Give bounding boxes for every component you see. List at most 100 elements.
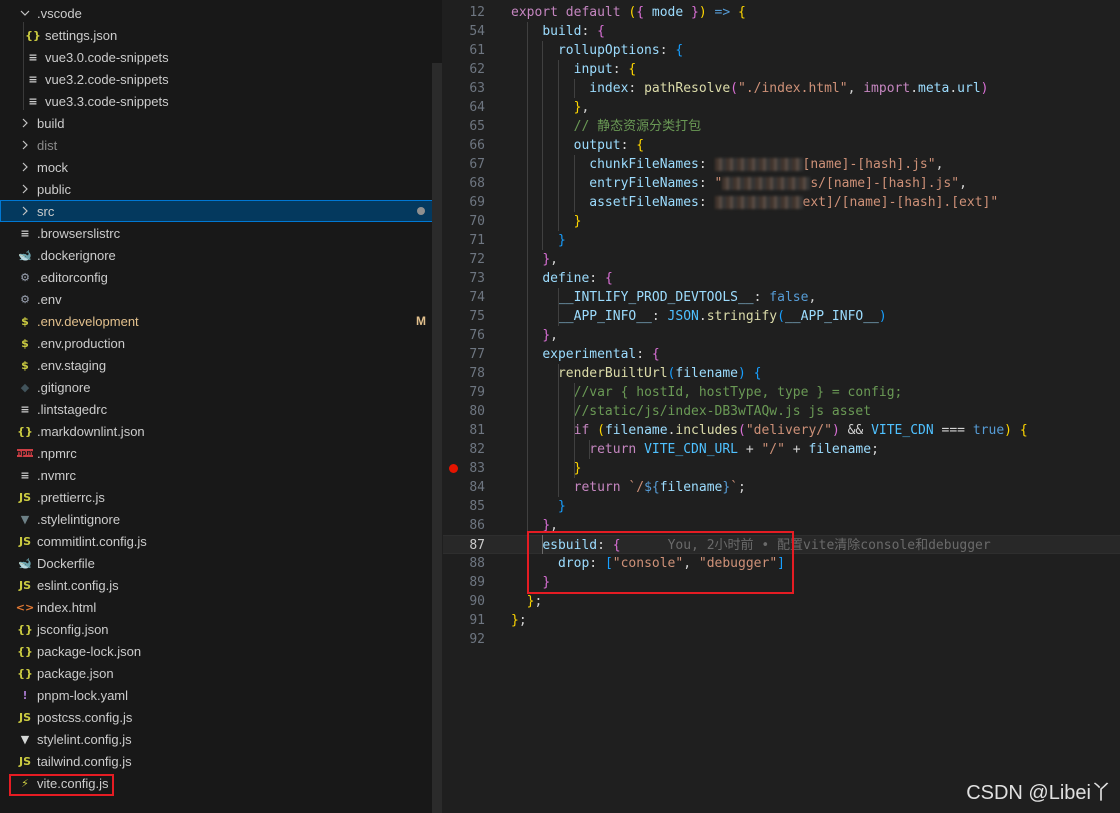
line-number: 69: [469, 195, 485, 210]
lines-icon: ≡: [20, 226, 30, 240]
code-line[interactable]: 85 }: [443, 497, 1120, 516]
code-line[interactable]: 12 export default ({ mode }) => {: [443, 3, 1120, 22]
code-line[interactable]: 63 index: pathResolve("./index.html", im…: [443, 79, 1120, 98]
line-number: 81: [469, 423, 485, 438]
js-icon: JS: [18, 754, 31, 768]
code-text: __INTLIFY_PROD_DEVTOOLS__: false,: [557, 290, 817, 305]
folder-item-build[interactable]: build: [0, 112, 442, 134]
lines-icon: ≡: [20, 402, 30, 416]
file-item-package-lock-json[interactable]: {} package-lock.json: [0, 640, 442, 662]
code-line[interactable]: 73 define: {: [443, 269, 1120, 288]
stylelint-icon: ▼: [20, 732, 30, 746]
folder-item-mock[interactable]: mock: [0, 156, 442, 178]
tree-item-label: dist: [37, 137, 58, 153]
file-item-dot-editorconfig[interactable]: ⚙ .editorconfig: [0, 266, 442, 288]
code-line[interactable]: 82 return VITE_CDN_URL + "/" + filename;: [443, 440, 1120, 459]
code-line[interactable]: 91};: [443, 611, 1120, 630]
code-line[interactable]: 77 experimental: {: [443, 345, 1120, 364]
explorer-scrollbar[interactable]: [432, 63, 442, 813]
code-text: build: {: [542, 24, 605, 39]
code-line[interactable]: 74 __INTLIFY_PROD_DEVTOOLS__: false,: [443, 288, 1120, 307]
code-line[interactable]: 75 __APP_INFO__: JSON.stringify(__APP_IN…: [443, 307, 1120, 326]
file-item-dot-stylelintignore[interactable]: ▼ .stylelintignore: [0, 508, 442, 530]
file-item-dot-prettierrc-js[interactable]: JS .prettierrc.js: [0, 486, 442, 508]
folder-item-dot-vscode[interactable]: .vscode: [0, 2, 442, 24]
file-item-settings-json[interactable]: {} settings.json: [0, 24, 442, 46]
file-item-dot-env[interactable]: ⚙ .env: [0, 288, 442, 310]
code-line[interactable]: 84 return `/${filename}`;: [443, 478, 1120, 497]
file-item-dot-gitignore[interactable]: ◆ .gitignore: [0, 376, 442, 398]
dollar-icon: $: [21, 358, 29, 372]
lines-icon: ≡: [28, 94, 38, 108]
esbuild-highlight-box: [527, 531, 794, 594]
file-item-package-json[interactable]: {} package.json: [0, 662, 442, 684]
code-line[interactable]: 72 },: [443, 250, 1120, 269]
code-line[interactable]: 70 }: [443, 212, 1120, 231]
file-item-vue3-2-code-snippets[interactable]: ≡ vue3.2.code-snippets: [0, 68, 442, 90]
code-line[interactable]: 71 }: [443, 231, 1120, 250]
file-item-jsconfig-json[interactable]: {} jsconfig.json: [0, 618, 442, 640]
folder-item-src[interactable]: src: [0, 200, 442, 222]
file-item-dot-env-production[interactable]: $ .env.production: [0, 332, 442, 354]
code-line[interactable]: 78 renderBuiltUrl(filename) {: [443, 364, 1120, 383]
folder-item-public[interactable]: public: [0, 178, 442, 200]
tree-item-label: jsconfig.json: [37, 621, 109, 637]
tree-item-label: stylelint.config.js: [37, 731, 132, 747]
file-item-commitlint-config-js[interactable]: JS commitlint.config.js: [0, 530, 442, 552]
code-line[interactable]: 64 },: [443, 98, 1120, 117]
file-item-dot-npmrc[interactable]: npm .npmrc: [0, 442, 442, 464]
file-item-dot-env-development[interactable]: $ .env.development M: [0, 310, 442, 332]
tree-item-label: .env.production: [37, 335, 125, 351]
code-line[interactable]: 90 };: [443, 592, 1120, 611]
json-braces-icon: {}: [17, 644, 33, 658]
file-item-pnpm-lock-yaml[interactable]: ! pnpm-lock.yaml: [0, 684, 442, 706]
code-text: }: [557, 499, 566, 514]
code-line[interactable]: 81 if (filename.includes("delivery/") &&…: [443, 421, 1120, 440]
file-item-dot-lintstagedrc[interactable]: ≡ .lintstagedrc: [0, 398, 442, 420]
file-item-vue3-0-code-snippets[interactable]: ≡ vue3.0.code-snippets: [0, 46, 442, 68]
tree-item-label: vue3.0.code-snippets: [45, 49, 169, 65]
yaml-icon: !: [22, 688, 28, 702]
npm-icon: npm: [16, 449, 34, 457]
file-item-dot-dockerignore[interactable]: 🐋 .dockerignore: [0, 244, 442, 266]
file-item-vue3-3-code-snippets[interactable]: ≡ vue3.3.code-snippets: [0, 90, 442, 112]
folder-item-dist[interactable]: dist: [0, 134, 442, 156]
tree-item-label: .lintstagedrc: [37, 401, 108, 417]
file-item-index-html[interactable]: <> index.html: [0, 596, 442, 618]
line-number: 62: [469, 62, 485, 77]
code-editor[interactable]: 12 export default ({ mode }) => {54 build…: [443, 0, 1120, 813]
indent-guide: [557, 364, 559, 497]
file-item-eslint-config-js[interactable]: JS eslint.config.js: [0, 574, 442, 596]
code-line[interactable]: 62 input: {: [443, 60, 1120, 79]
code-line[interactable]: 66 output: {: [443, 136, 1120, 155]
indent-guide: [557, 60, 559, 231]
file-item-tailwind-config-js[interactable]: JS tailwind.config.js: [0, 750, 442, 772]
git-modified-badge: M: [416, 314, 426, 328]
code-line[interactable]: 83 }: [443, 459, 1120, 478]
file-item-stylelint-config-js[interactable]: ▼ stylelint.config.js: [0, 728, 442, 750]
code-line[interactable]: 61 rollupOptions: {: [443, 41, 1120, 60]
code-line[interactable]: 65 // 静态资源分类打包: [443, 117, 1120, 136]
code-line[interactable]: 76 },: [443, 326, 1120, 345]
tree-item-label: .gitignore: [37, 379, 91, 395]
code-line[interactable]: 80 //static/js/index-DB3wTAQw.js js asse…: [443, 402, 1120, 421]
line-number: 74: [469, 290, 485, 305]
tree-item-label: build: [37, 115, 65, 131]
line-number: 12: [469, 5, 485, 20]
file-item-dot-markdownlint-json[interactable]: {} .markdownlint.json: [0, 420, 442, 442]
code-line[interactable]: 92: [443, 630, 1120, 649]
code-line[interactable]: 79 //var { hostId, hostType, type } = co…: [443, 383, 1120, 402]
code-line[interactable]: 54 build: {: [443, 22, 1120, 41]
file-item-dot-browserslistrc[interactable]: ≡ .browserslistrc: [0, 222, 442, 244]
tree-item-label: .vscode: [37, 5, 82, 21]
file-item-postcss-config-js[interactable]: JS postcss.config.js: [0, 706, 442, 728]
code-text: // 静态资源分类打包: [573, 119, 702, 134]
file-item-dockerfile[interactable]: 🐋 Dockerfile: [0, 552, 442, 574]
code-line[interactable]: 68 entryFileNames: " s/[name]-[hash].js",: [443, 174, 1120, 193]
indent-guide: [589, 440, 591, 459]
breakpoint-icon[interactable]: [449, 464, 458, 473]
file-item-dot-env-staging[interactable]: $ .env.staging: [0, 354, 442, 376]
code-line[interactable]: 69 assetFileNames: ext]/[name]-[hash].[e…: [443, 193, 1120, 212]
code-line[interactable]: 67 chunkFileNames: [name]-[hash].js",: [443, 155, 1120, 174]
file-item-dot-nvmrc[interactable]: ≡ .nvmrc: [0, 464, 442, 486]
